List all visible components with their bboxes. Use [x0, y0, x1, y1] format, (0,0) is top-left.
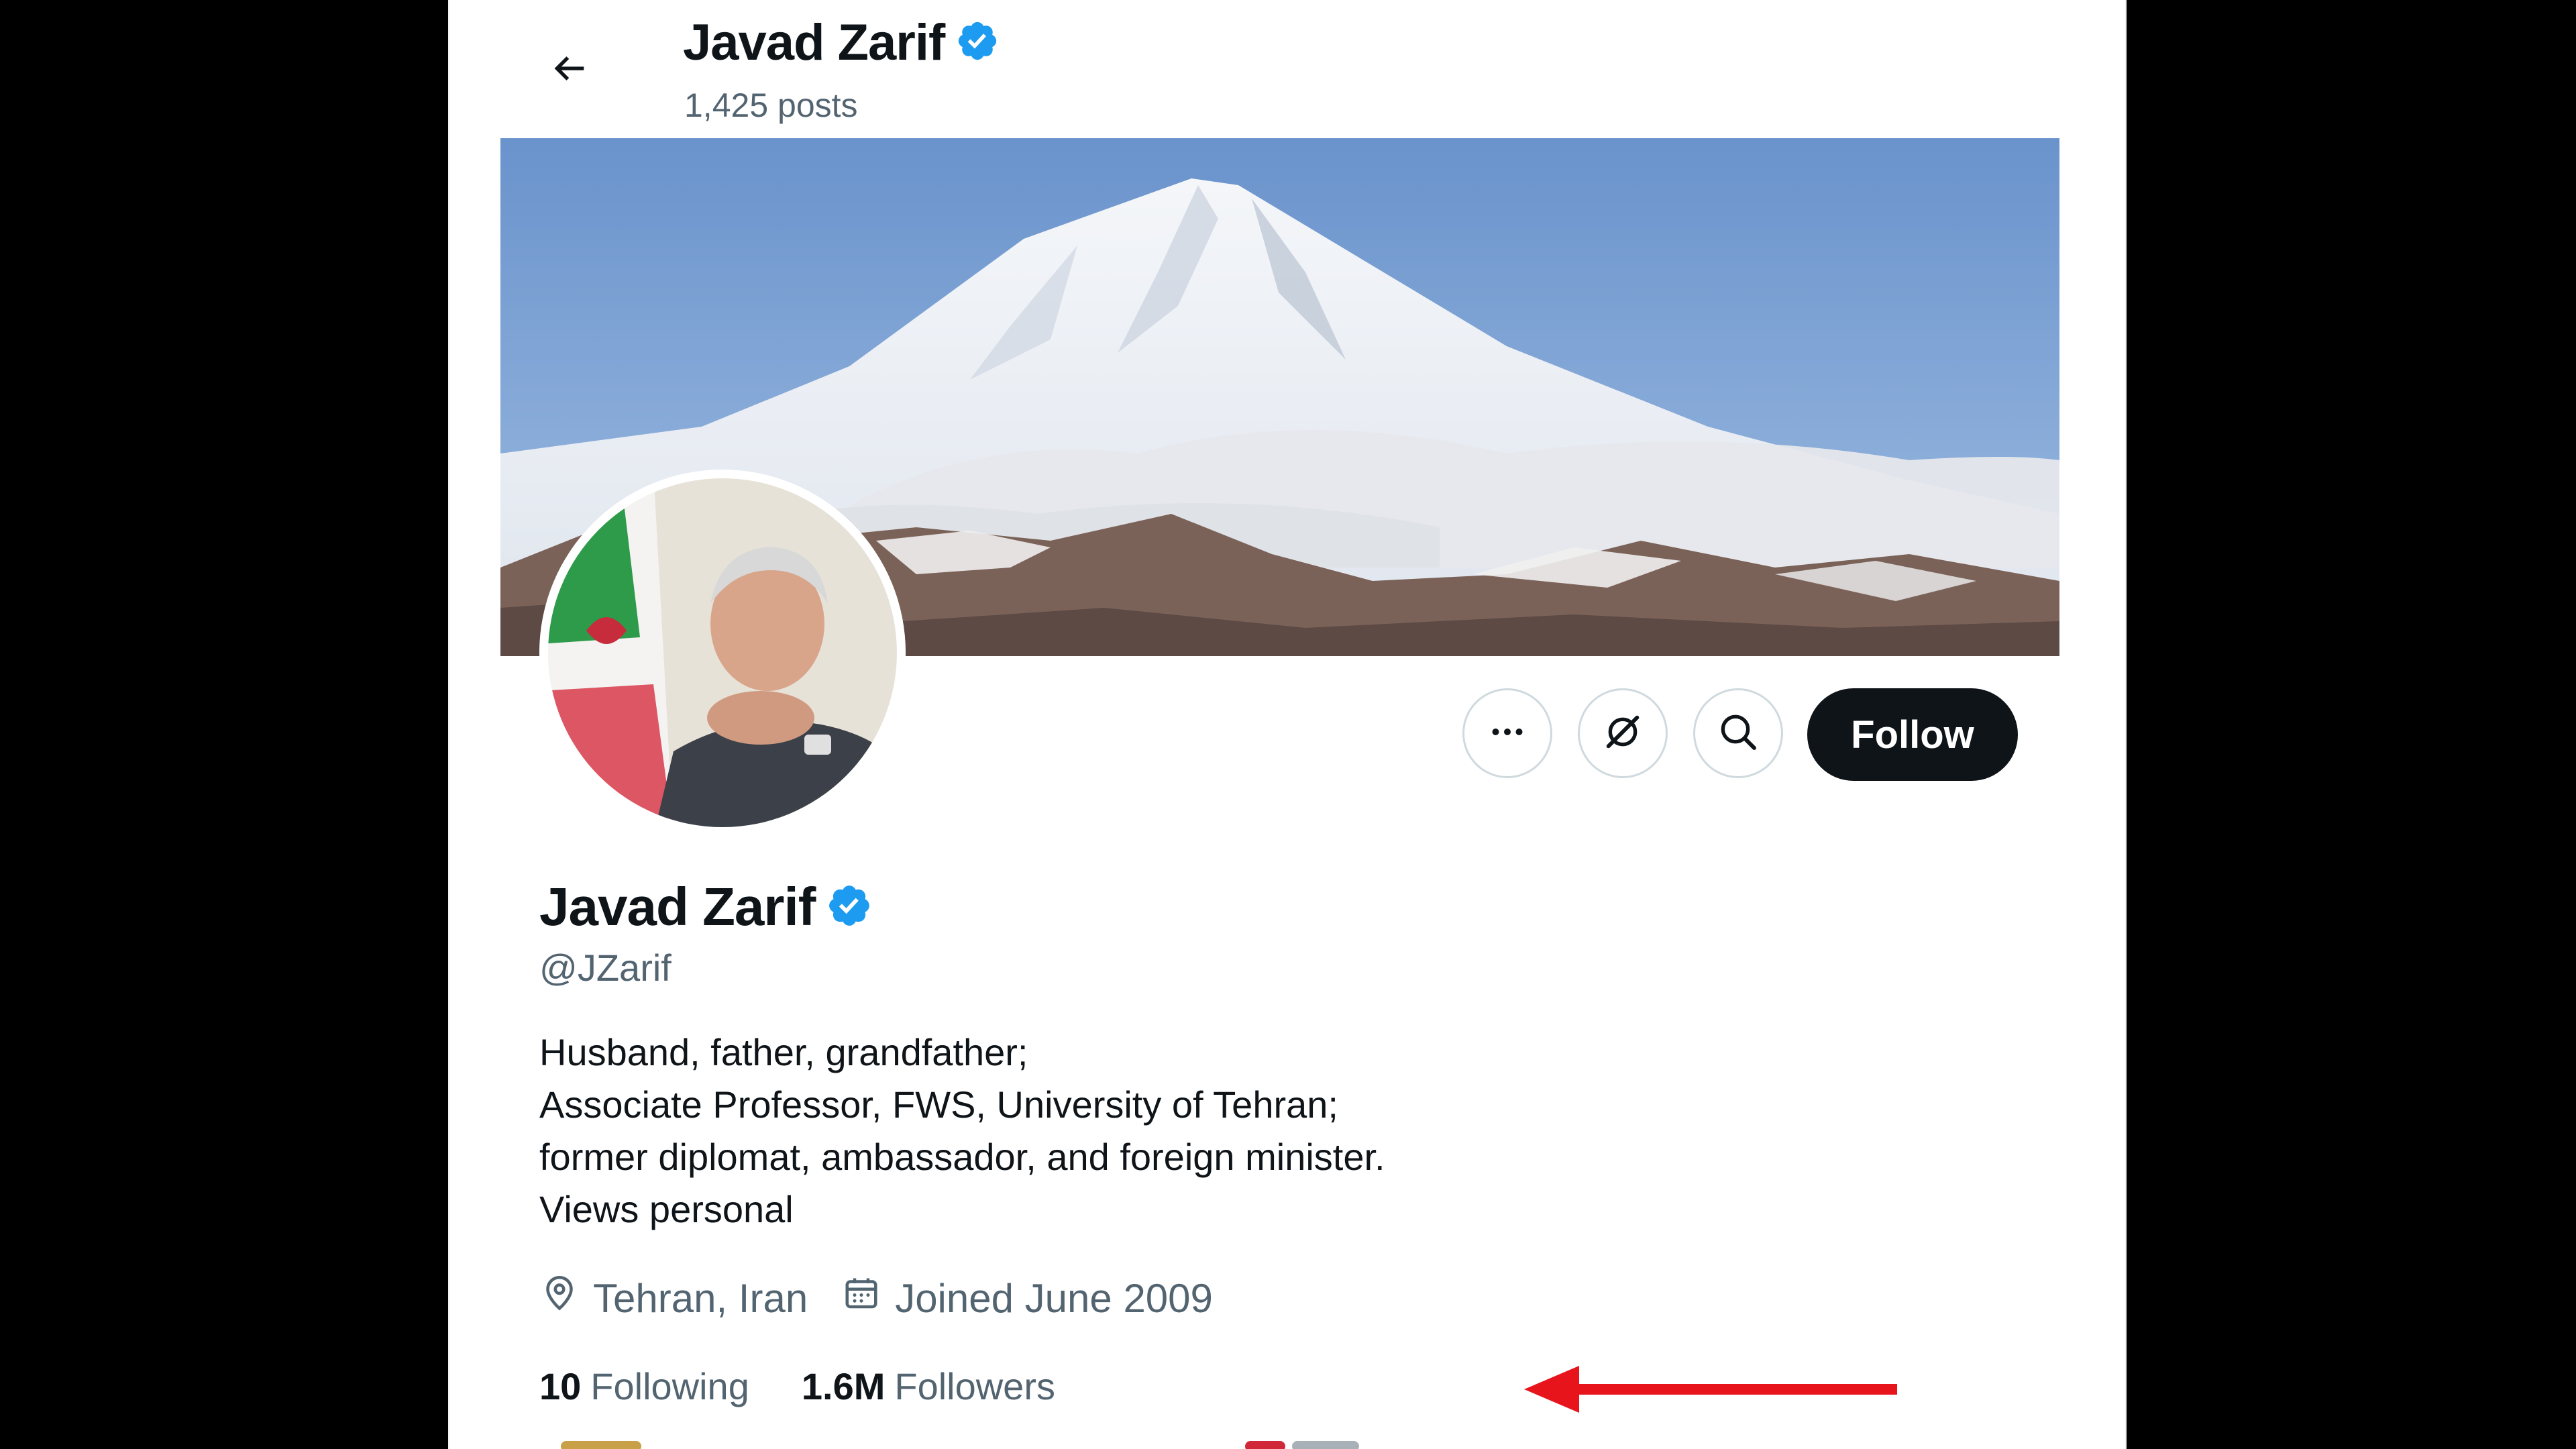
followed-by-text-2: [1292, 1441, 1359, 1449]
column-border-left: [448, 0, 449, 1449]
verified-badge-icon[interactable]: [826, 882, 873, 932]
bio-line: Views personal: [539, 1188, 794, 1230]
bio-line: Husband, father, grandfather;: [539, 1031, 1028, 1073]
verified-badge-icon: [955, 19, 1000, 66]
followers-link[interactable]: 1.6M Followers: [802, 1364, 1055, 1408]
back-arrow-icon: [548, 47, 591, 93]
followers-label: Followers: [894, 1365, 1055, 1407]
post-count: 1,425 posts: [684, 87, 858, 124]
profile-bio: Husband, father, grandfather; Associate …: [539, 1026, 1747, 1236]
profile-meta: Tehran, Iran Joined June 2009: [539, 1273, 1246, 1323]
location: Tehran, Iran: [539, 1273, 808, 1323]
search-icon: [1717, 710, 1760, 757]
avatar-photo: [539, 470, 906, 836]
column-border-right: [2125, 0, 2127, 1449]
follow-button[interactable]: Follow: [1807, 688, 2018, 781]
profile-page: Javad Zarif 1,425 posts Follow Javad Zar…: [448, 0, 2127, 1449]
followed-by-text: [1245, 1441, 1285, 1449]
search-button[interactable]: [1693, 688, 1783, 778]
following-link[interactable]: 10 Following: [539, 1364, 749, 1408]
more-button[interactable]: [1462, 688, 1552, 778]
more-icon: [1487, 712, 1527, 755]
grok-button[interactable]: [1578, 688, 1668, 778]
grok-icon: [1601, 710, 1644, 757]
following-label: Following: [590, 1365, 749, 1407]
header-name: Javad Zarif: [683, 14, 945, 71]
header-title: Javad Zarif: [683, 13, 1000, 72]
profile-handle: @JZarif: [539, 947, 672, 989]
bio-line: Associate Professor, FWS, University of …: [539, 1083, 1338, 1126]
location-text: Tehran, Iran: [593, 1275, 808, 1321]
join-date-text: Joined June 2009: [895, 1275, 1213, 1321]
followed-by-avatars: [561, 1441, 641, 1449]
location-pin-icon: [539, 1273, 593, 1323]
profile-avatar[interactable]: [539, 470, 906, 836]
back-button[interactable]: [536, 36, 603, 103]
join-date: Joined June 2009: [841, 1273, 1213, 1323]
calendar-icon: [841, 1273, 895, 1323]
bio-line: former diplomat, ambassador, and foreign…: [539, 1136, 1385, 1178]
annotation-arrow: [1524, 1362, 1900, 1419]
followers-count: 1.6M: [801, 1365, 885, 1407]
profile-name: Javad Zarif: [539, 877, 816, 936]
profile-name-row: Javad Zarif: [539, 876, 873, 938]
follow-stats: 10 Following 1.6M Followers: [539, 1364, 1108, 1408]
following-count: 10: [539, 1365, 582, 1407]
